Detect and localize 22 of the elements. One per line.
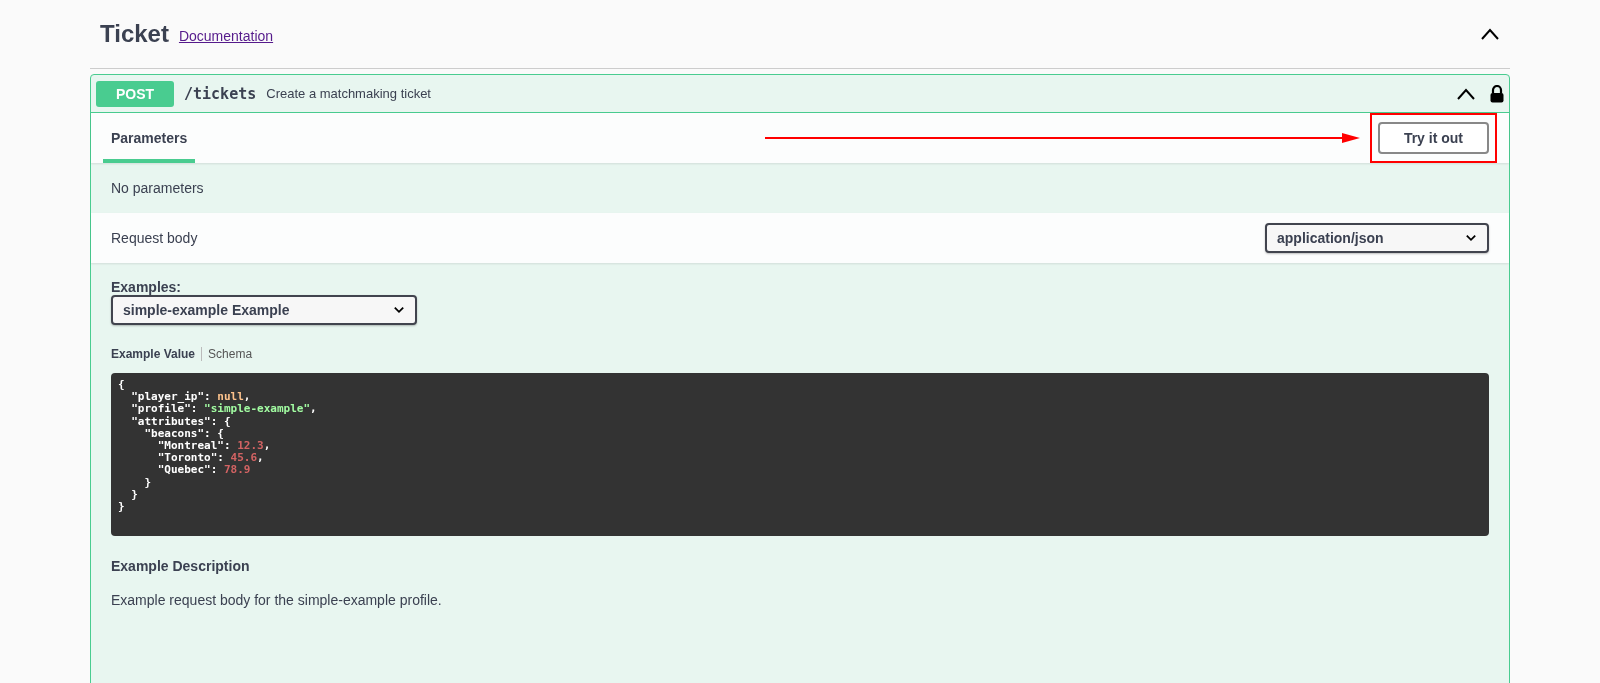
example-value-tab[interactable]: Example Value [111, 347, 203, 361]
request-body-label: Request body [111, 230, 198, 246]
collapse-chevron-icon[interactable] [1456, 87, 1476, 100]
method-badge: POST [96, 80, 174, 107]
endpoint-summary: Create a matchmaking ticket [266, 86, 431, 101]
no-parameters-text: No parameters [111, 180, 204, 196]
try-it-out-button[interactable]: Try it out [1377, 122, 1489, 154]
endpoint-path: /tickets [184, 84, 257, 103]
section-title: Ticket [100, 20, 169, 48]
schema-tab[interactable]: Schema [202, 347, 259, 361]
caret-icon [393, 306, 405, 314]
lock-icon[interactable] [1490, 84, 1504, 103]
content-type-select[interactable]: application/json [1265, 223, 1489, 253]
collapse-chevron-icon[interactable] [1480, 28, 1500, 40]
parameters-tab[interactable]: Parameters [103, 113, 196, 163]
examples-label: Examples: [111, 279, 183, 295]
example-code-block: { "player_ip": null, "profile": "simple-example", "attributes": { "beacons": { "Montreal": 12.3, "Toronto": 45.6, "Quebec": 78.9 } } } [111, 373, 1489, 536]
examples-select[interactable]: simple-example Example [111, 295, 417, 325]
caret-icon [1465, 234, 1477, 242]
documentation-link[interactable]: Documentation [178, 28, 274, 44]
description-text: Example request body for the simple-example profile. [111, 592, 443, 608]
description-title: Example Description [111, 558, 251, 574]
